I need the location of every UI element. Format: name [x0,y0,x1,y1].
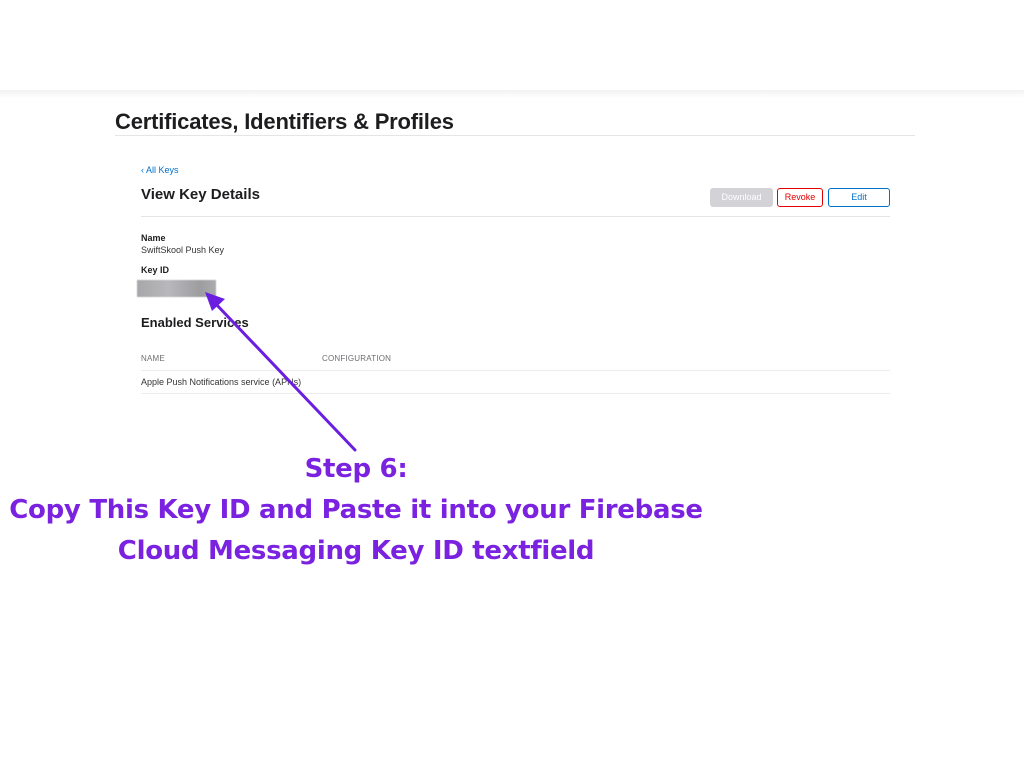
arrow-shaft [212,300,357,452]
arrow-head [205,292,225,311]
annotation-instruction-line-2: Cloud Messaging Key ID textfield [117,536,595,566]
annotation-step-label: Step 6: [304,454,408,484]
annotation-instruction-line-1: Copy This Key ID and Paste it into your … [9,495,703,525]
annotation-arrow [205,292,357,452]
